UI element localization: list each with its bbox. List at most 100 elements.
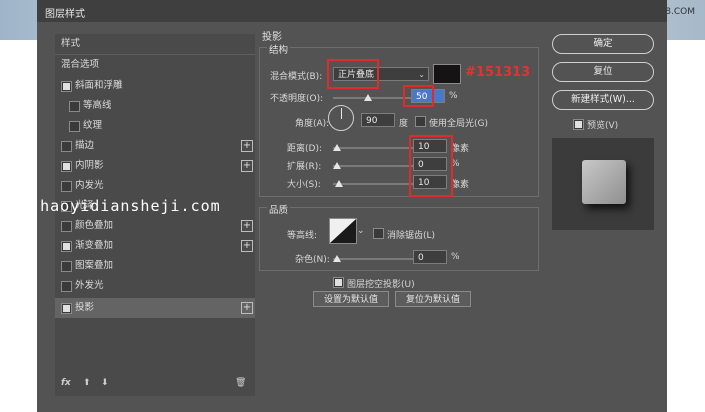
angle-label: 角度(A): — [295, 119, 330, 129]
window-title: 图层样式 — [45, 9, 85, 20]
list-footer: fx ⬆ ⬇ 🗑 — [55, 372, 255, 396]
noise-input[interactable]: 0 — [413, 250, 447, 264]
checkbox-inner-glow[interactable] — [61, 181, 72, 192]
distance-label: 距离(D): — [287, 144, 322, 154]
angle-dial[interactable] — [328, 105, 354, 131]
list-item-label: 纹理 — [83, 120, 103, 131]
spread-slider-thumb[interactable] — [333, 162, 341, 169]
preview-label: 预览(V) — [587, 121, 619, 131]
antialias-label: 消除锯齿(L) — [387, 231, 436, 241]
add-inner-shadow-icon[interactable]: + — [241, 160, 253, 172]
preview-thumbnail — [582, 160, 626, 204]
overlay-url-watermark: www.haoyidiansheji.com — [0, 197, 221, 215]
checkbox-outer-glow[interactable] — [61, 281, 72, 292]
list-item-stroke[interactable]: 描边 + — [55, 136, 255, 156]
checkbox-drop-shadow[interactable] — [61, 303, 72, 314]
list-item-gradient-overlay[interactable]: 渐变叠加 + — [55, 236, 255, 256]
add-color-overlay-icon[interactable]: + — [241, 220, 253, 232]
add-gradient-overlay-icon[interactable]: + — [241, 240, 253, 252]
ok-button[interactable]: 确定 — [552, 34, 654, 54]
shadow-color-swatch[interactable] — [433, 64, 461, 84]
size-label: 大小(S): — [287, 180, 321, 190]
list-item-blending-options[interactable]: 混合选项 — [55, 55, 255, 75]
blend-mode-label: 混合模式(B): — [270, 72, 323, 82]
add-stroke-icon[interactable]: + — [241, 140, 253, 152]
checkbox-inner-shadow[interactable] — [61, 161, 72, 172]
checkbox-gradient-overlay[interactable] — [61, 241, 72, 252]
angle-unit: 度 — [399, 119, 409, 129]
section-title-quality: 品质 — [267, 202, 291, 216]
chevron-down-icon: ⌄ — [418, 70, 425, 79]
spread-label: 扩展(R): — [287, 162, 322, 172]
list-item-label: 颜色叠加 — [75, 220, 114, 231]
new-style-button[interactable]: 新建样式(W)... — [552, 90, 654, 110]
set-default-button[interactable]: 设置为默认值 — [313, 291, 389, 307]
checkbox-pattern-overlay[interactable] — [61, 261, 72, 272]
annotation-highlight-opacity — [403, 85, 434, 107]
spread-slider-track[interactable] — [333, 165, 419, 167]
noise-label: 杂色(N): — [295, 255, 330, 265]
size-slider-track[interactable] — [333, 183, 419, 185]
opacity-label: 不透明度(O): — [270, 94, 324, 104]
global-light-checkbox[interactable] — [415, 116, 426, 127]
knockout-checkbox[interactable] — [333, 277, 344, 288]
checkbox-bevel-emboss[interactable] — [61, 81, 72, 92]
fx-icon[interactable]: fx — [61, 378, 71, 388]
move-down-icon[interactable]: ⬇ — [101, 378, 109, 388]
distance-unit: 像素 — [451, 144, 470, 154]
list-item-texture[interactable]: 纹理 — [55, 116, 255, 136]
antialias-checkbox[interactable] — [373, 228, 384, 239]
list-item-drop-shadow[interactable]: 投影 + — [55, 298, 255, 318]
preview-checkbox[interactable] — [573, 119, 584, 130]
move-up-icon[interactable]: ⬆ — [83, 378, 91, 388]
list-item-label: 描边 — [75, 140, 95, 151]
angle-input[interactable]: 90 — [361, 113, 395, 127]
list-item-label: 等高线 — [83, 100, 112, 111]
checkbox-stroke[interactable] — [61, 141, 72, 152]
contour-curve-icon — [330, 219, 356, 243]
section-title-drop-shadow: 投影 — [262, 32, 282, 43]
list-item-styles[interactable]: 样式 — [55, 34, 255, 54]
list-item-label: 内发光 — [75, 180, 104, 191]
distance-slider-thumb[interactable] — [333, 144, 341, 151]
effects-list: 样式 混合选项 斜面和浮雕 等高线 纹理 描边 + 内阴影 + 内发光 光泽 颜… — [55, 34, 255, 396]
annotation-highlight-blend — [327, 59, 379, 89]
list-item-label: 外发光 — [75, 280, 104, 291]
style-preview — [552, 138, 654, 230]
checkbox-color-overlay[interactable] — [61, 221, 72, 232]
color-hex-annotation: #151313 — [465, 65, 531, 80]
reset-default-button[interactable]: 复位为默认值 — [395, 291, 471, 307]
list-item-bevel-emboss[interactable]: 斜面和浮雕 — [55, 76, 255, 96]
list-item-color-overlay[interactable]: 颜色叠加 + — [55, 216, 255, 236]
list-item-label: 样式 — [61, 38, 81, 49]
list-item-contour[interactable]: 等高线 — [55, 96, 255, 116]
trash-icon[interactable]: 🗑 — [235, 378, 246, 388]
title-bar: 图层样式 — [37, 0, 667, 22]
list-item-inner-glow[interactable]: 内发光 — [55, 176, 255, 196]
opacity-unit: % — [449, 91, 458, 101]
knockout-label: 图层挖空投影(U) — [347, 280, 415, 290]
list-item-outer-glow[interactable]: 外发光 — [55, 276, 255, 296]
noise-slider-track[interactable] — [333, 258, 419, 260]
list-item-label: 图案叠加 — [75, 260, 114, 271]
list-item-label: 混合选项 — [61, 59, 100, 70]
section-title-structure: 结构 — [267, 42, 291, 56]
contour-label: 等高线: — [287, 231, 318, 241]
list-item-inner-shadow[interactable]: 内阴影 + — [55, 156, 255, 176]
list-item-pattern-overlay[interactable]: 图案叠加 — [55, 256, 255, 276]
opacity-slider-thumb[interactable] — [364, 94, 372, 101]
contour-preview[interactable] — [329, 218, 357, 244]
add-drop-shadow-icon[interactable]: + — [241, 302, 253, 314]
checkbox-contour[interactable] — [69, 101, 80, 112]
contour-dropdown-icon[interactable]: ⌄ — [357, 226, 365, 236]
size-slider-thumb[interactable] — [335, 180, 343, 187]
reset-button[interactable]: 复位 — [552, 62, 654, 82]
list-item-label: 斜面和浮雕 — [75, 80, 123, 91]
list-item-label: 内阴影 — [75, 160, 104, 171]
distance-slider-track[interactable] — [333, 147, 419, 149]
global-light-label: 使用全局光(G) — [429, 119, 488, 129]
noise-slider-thumb[interactable] — [333, 255, 341, 262]
checkbox-texture[interactable] — [69, 121, 80, 132]
list-item-label: 渐变叠加 — [75, 240, 114, 251]
noise-unit: % — [451, 252, 460, 262]
